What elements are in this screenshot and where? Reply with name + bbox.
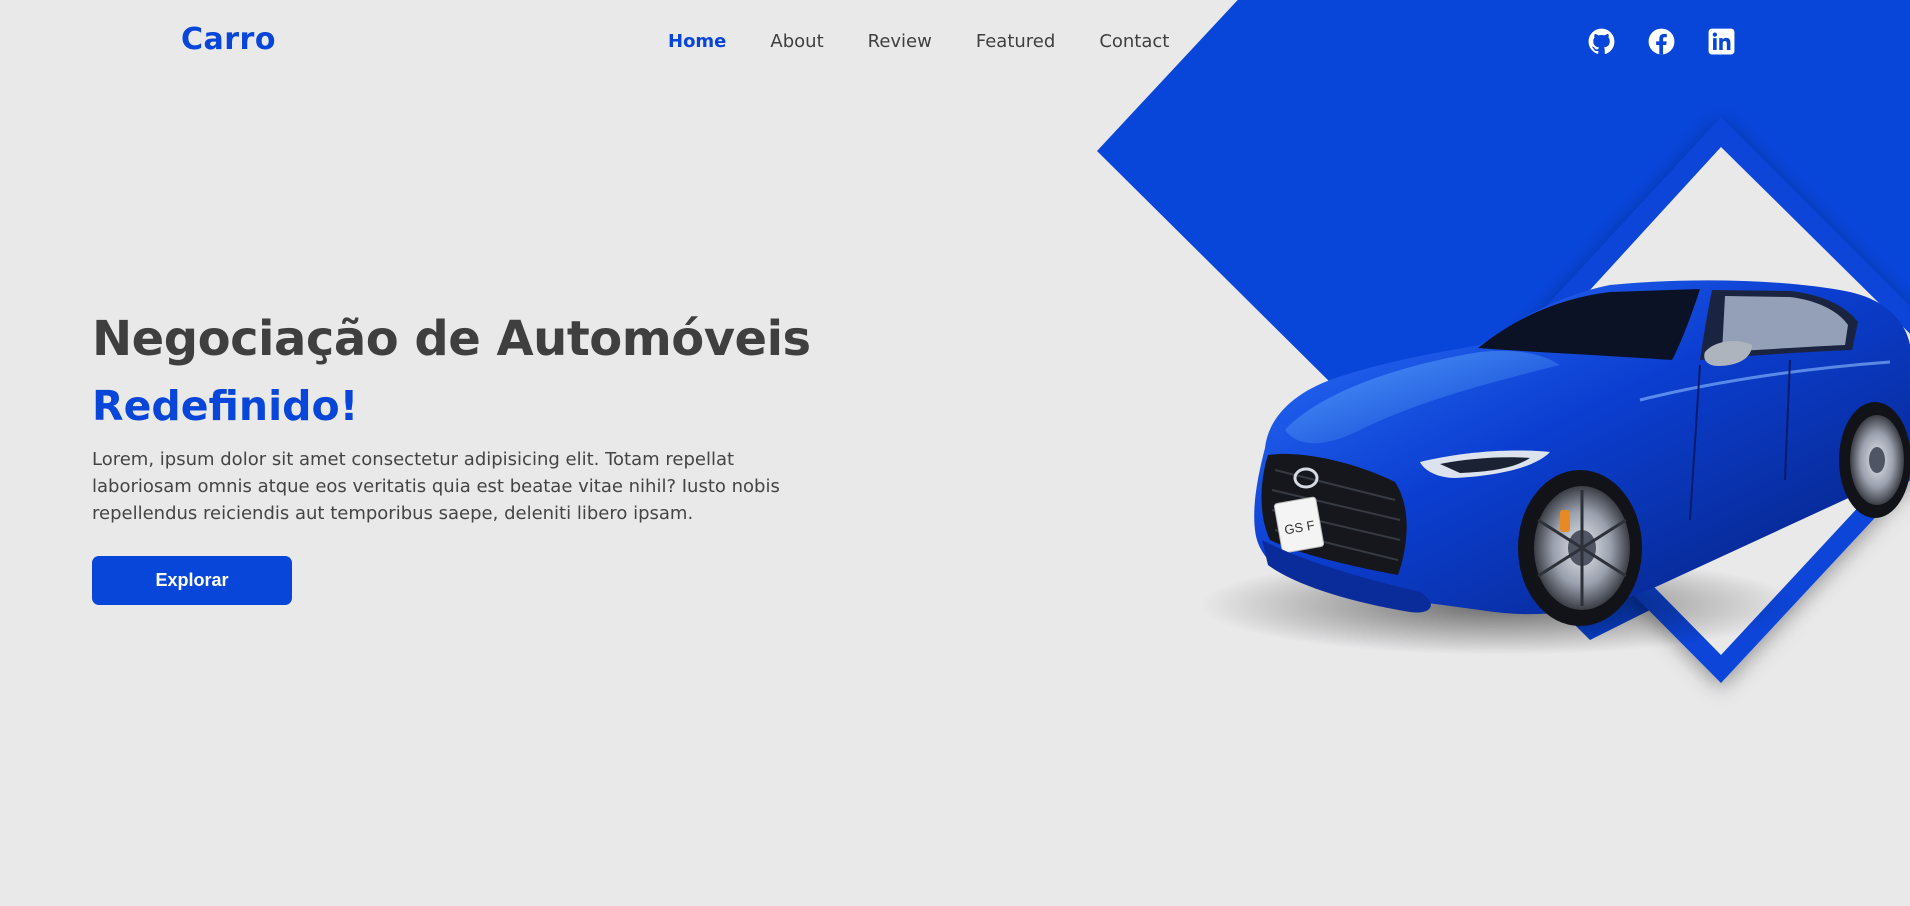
hero-section: Negociação de Automóveis Redefinido! Lor… (92, 308, 812, 605)
car-windshield (1478, 289, 1700, 360)
nav-review-link[interactable]: Review (868, 31, 932, 52)
car-emblem (1293, 467, 1319, 489)
car-front-wheel (1518, 470, 1642, 626)
nav-home-link[interactable]: Home (668, 31, 726, 52)
grille-mesh (1271, 469, 1401, 561)
explore-button[interactable]: Explorar (92, 556, 292, 605)
site-header: Carro Home About Review Featured Contact (0, 0, 1910, 86)
car-side-window (1700, 290, 1858, 360)
large-blue-diamond (1097, 0, 1910, 640)
car-bumper (1262, 540, 1431, 613)
diamond-frame-inner (1480, 147, 1910, 655)
car-headlight-inner (1440, 457, 1530, 473)
facebook-icon[interactable] (1648, 28, 1675, 55)
github-icon[interactable] (1588, 28, 1615, 55)
hero-subtitle: Redefinido! (92, 382, 359, 430)
car-hood (1285, 350, 1560, 444)
brand-logo[interactable]: Carro (181, 22, 276, 57)
car-door-line (1689, 359, 1791, 521)
linkedin-icon[interactable] (1708, 28, 1735, 55)
car-rear-wheel (1839, 402, 1910, 518)
car-headlight (1420, 450, 1550, 478)
car-mirror (1704, 340, 1752, 366)
nav-about-link[interactable]: About (770, 31, 823, 52)
license-plate: GS F (1273, 496, 1325, 554)
car-shadow (1200, 555, 1800, 655)
main-nav: Home About Review Featured Contact (668, 31, 1213, 52)
car-body-highlight (1639, 360, 1891, 402)
hero-description: Lorem, ipsum dolor sit amet consectetur … (92, 449, 780, 524)
hero-title: Negociação de Automóveis (92, 311, 811, 367)
car-window-glare (1722, 296, 1848, 352)
social-links (1588, 28, 1735, 55)
diamond-frame-outer (1450, 117, 1910, 683)
car-body (1254, 280, 1910, 615)
nav-featured-link[interactable]: Featured (976, 31, 1055, 52)
license-plate-text: GS F (1283, 517, 1316, 537)
nav-contact-link[interactable]: Contact (1099, 31, 1169, 52)
car-grille (1261, 453, 1407, 575)
